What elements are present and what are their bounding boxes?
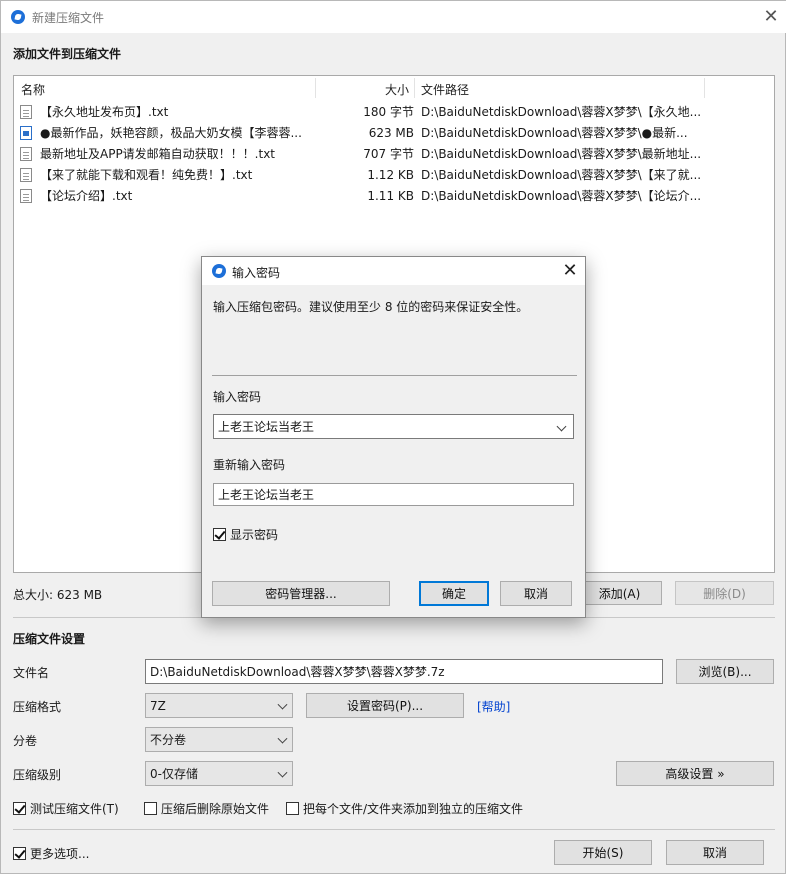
file-path: D:\BaiduNetdiskDownload\蓉蓉X梦梦\【永久地... (421, 105, 702, 119)
level-select-value: 0-仅存储 (150, 767, 198, 781)
more-options-label: 更多选项... (30, 847, 90, 861)
divider (13, 829, 775, 830)
each-separate-checkbox[interactable]: 把每个文件/文件夹添加到独立的压缩文件 (286, 800, 523, 817)
reenter-password-label: 重新输入密码 (213, 458, 286, 472)
file-row[interactable]: 【来了就能下载和观看！纯免费！】.txt 1.12 KB D:\BaiduNet… (20, 164, 770, 185)
start-button[interactable]: 开始(S) (554, 840, 652, 865)
checkbox-checked-icon (213, 528, 226, 541)
file-list-header: 名称 大小 文件路径 (14, 76, 774, 100)
column-separator (704, 78, 705, 98)
chevron-down-icon (277, 733, 288, 744)
format-select[interactable]: 7Z (145, 693, 293, 718)
test-archive-label: 测试压缩文件(T) (30, 802, 119, 816)
column-name-header[interactable]: 名称 (21, 81, 45, 98)
column-size-header[interactable]: 大小 (385, 81, 409, 98)
file-size: 623 MB (368, 125, 414, 140)
more-options-checkbox[interactable]: 更多选项... (13, 845, 89, 862)
file-row[interactable]: ●最新作品，妖艳容颜，极品大奶女模【李蓉蓉... 623 MB D:\Baidu… (20, 122, 770, 143)
file-name: 【论坛介绍】.txt (40, 189, 133, 203)
format-label: 压缩格式 (13, 700, 62, 714)
dialog-title-bar: 输入密码 ✕ (202, 257, 585, 285)
help-link[interactable]: [帮助] (477, 698, 510, 715)
add-section-title: 添加文件到压缩文件 (13, 47, 122, 61)
set-password-button[interactable]: 设置密码(P)... (306, 693, 464, 718)
password-dialog: 输入密码 ✕ 输入压缩包密码。建议使用至少 8 位的密码来保证安全性。 输入密码… (201, 256, 586, 618)
show-password-label: 显示密码 (230, 528, 279, 542)
file-path: D:\BaiduNetdiskDownload\蓉蓉X梦梦\【论坛介... (421, 189, 702, 203)
file-path: D:\BaiduNetdiskDownload\蓉蓉X梦梦\最新地址... (421, 147, 702, 161)
checkbox-checked-icon (13, 802, 26, 815)
password-input[interactable]: 上老王论坛当老王 (213, 414, 574, 439)
dialog-cancel-button[interactable]: 取消 (500, 581, 572, 606)
split-label: 分卷 (13, 734, 38, 748)
file-size: 180 字节 (363, 105, 414, 119)
checkbox-unchecked-icon (286, 802, 299, 815)
dialog-hint: 输入压缩包密码。建议使用至少 8 位的密码来保证安全性。 (213, 300, 529, 314)
file-row[interactable]: 【永久地址发布页】.txt 180 字节 D:\BaiduNetdiskDown… (20, 101, 770, 122)
ok-button[interactable]: 确定 (419, 581, 489, 606)
image-file-icon (20, 125, 32, 140)
filename-label: 文件名 (13, 666, 50, 680)
reenter-password-input[interactable]: 上老王论坛当老王 (213, 483, 574, 506)
chevron-down-icon[interactable] (556, 421, 567, 432)
cancel-button[interactable]: 取消 (666, 840, 764, 865)
file-row[interactable]: 【论坛介绍】.txt 1.11 KB D:\BaiduNetdiskDownlo… (20, 185, 770, 206)
total-size-label: 总大小: 623 MB (13, 588, 103, 602)
filename-input[interactable]: D:\BaiduNetdiskDownload\蓉蓉X梦梦\蓉蓉X梦梦.7z (145, 659, 663, 684)
format-select-value: 7Z (150, 698, 166, 713)
level-label: 压缩级别 (13, 768, 62, 782)
text-file-icon (20, 188, 32, 203)
password-input-value: 上老王论坛当老王 (218, 420, 315, 434)
settings-section-title: 压缩文件设置 (13, 632, 86, 646)
checkbox-unchecked-icon (144, 802, 157, 815)
test-archive-checkbox[interactable]: 测试压缩文件(T) (13, 800, 119, 817)
dialog-title: 输入密码 (232, 266, 281, 280)
split-select-value: 不分卷 (150, 733, 187, 747)
file-size: 707 字节 (363, 147, 414, 161)
add-button[interactable]: 添加(A) (577, 581, 662, 605)
file-name: 【永久地址发布页】.txt (40, 105, 169, 119)
divider (212, 375, 577, 376)
file-name: 【来了就能下载和观看！纯免费！】.txt (40, 168, 253, 182)
browse-button[interactable]: 浏览(B)... (676, 659, 774, 684)
file-path: D:\BaiduNetdiskDownload\蓉蓉X梦梦\【来了就... (421, 168, 702, 182)
split-select[interactable]: 不分卷 (145, 727, 293, 752)
chevron-down-icon (277, 767, 288, 778)
file-row[interactable]: 最新地址及APP请发邮箱自动获取！！！.txt 707 字节 D:\BaiduN… (20, 143, 770, 164)
level-select[interactable]: 0-仅存储 (145, 761, 293, 786)
checkbox-checked-icon (13, 847, 26, 860)
file-name: ●最新作品，妖艳容颜，极品大奶女模【李蓉蓉... (40, 126, 302, 140)
file-size: 1.12 KB (367, 167, 414, 182)
file-name: 最新地址及APP请发邮箱自动获取！！！.txt (40, 147, 276, 161)
title-bar: 新建压缩文件 ✕ (1, 1, 786, 33)
text-file-icon (20, 146, 32, 161)
close-icon[interactable]: ✕ (560, 262, 580, 280)
file-path: D:\BaiduNetdiskDownload\蓉蓉X梦梦\●最新... (421, 126, 688, 140)
password-manager-button[interactable]: 密码管理器... (212, 581, 390, 606)
password-label: 输入密码 (213, 390, 262, 404)
each-separate-label: 把每个文件/文件夹添加到独立的压缩文件 (303, 802, 524, 816)
advanced-settings-button[interactable]: 高级设置 » (616, 761, 774, 786)
delete-after-checkbox[interactable]: 压缩后删除原始文件 (144, 800, 269, 817)
column-separator (315, 78, 316, 98)
window-title: 新建压缩文件 (32, 11, 105, 25)
delete-button[interactable]: 删除(D) (675, 581, 774, 605)
column-separator (414, 78, 415, 98)
close-icon[interactable]: ✕ (761, 8, 781, 26)
text-file-icon (20, 104, 32, 119)
text-file-icon (20, 167, 32, 182)
column-path-header[interactable]: 文件路径 (421, 81, 469, 98)
show-password-checkbox[interactable]: 显示密码 (213, 526, 278, 543)
app-logo-icon (11, 10, 25, 24)
chevron-down-icon (277, 699, 288, 710)
file-size: 1.11 KB (367, 188, 414, 203)
app-logo-icon (212, 264, 226, 278)
delete-after-label: 压缩后删除原始文件 (161, 802, 270, 816)
